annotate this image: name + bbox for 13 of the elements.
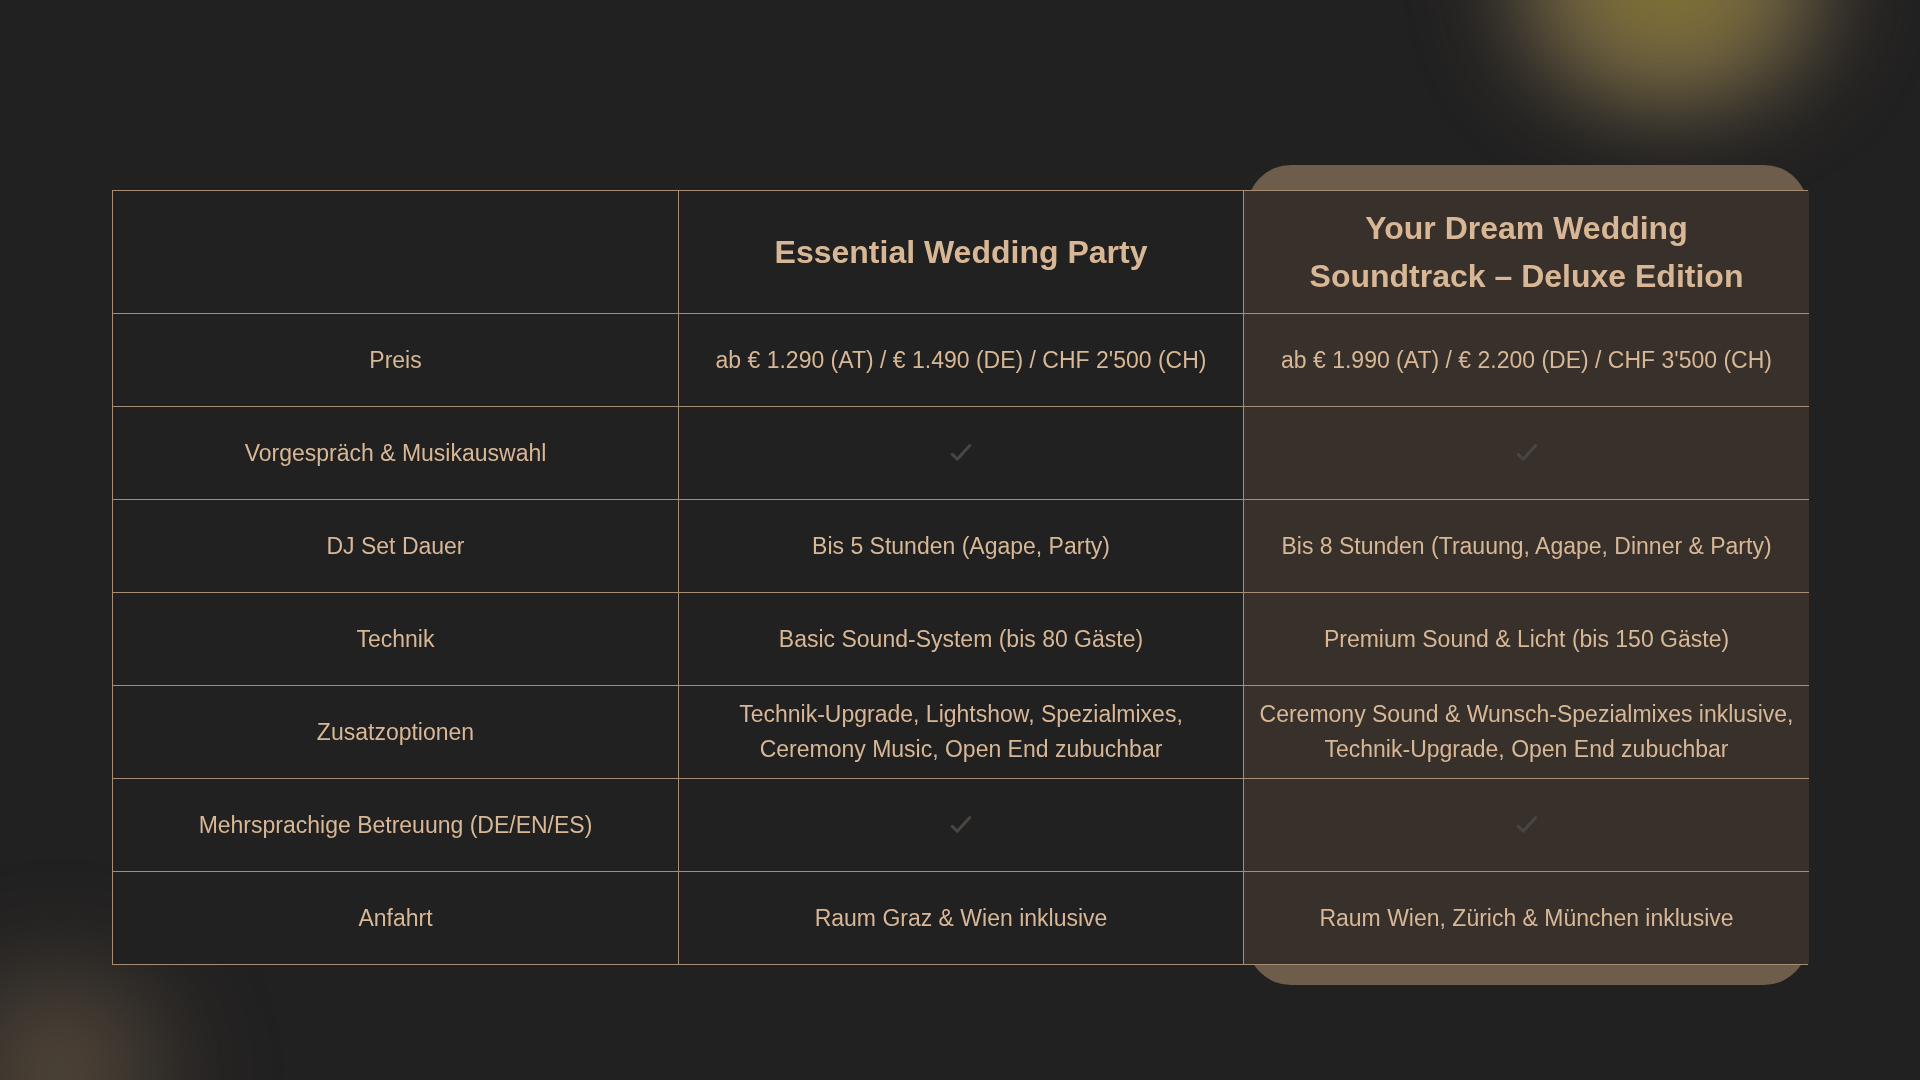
row-label: Anfahrt: [113, 871, 678, 964]
table-cell: Bis 5 Stunden (Agape, Party): [678, 499, 1243, 592]
table-cell: Raum Graz & Wien inklusive: [678, 871, 1243, 964]
table-cell: Bis 8 Stunden (Trauung, Agape, Dinner & Party): [1243, 499, 1809, 592]
table-cell: Premium Sound & Licht (bis 150 Gäste): [1243, 592, 1809, 685]
table-cell: Basic Sound-System (bis 80 Gäste): [678, 592, 1243, 685]
table-cell: ab € 1.990 (AT) / € 2.200 (DE) / CHF 3'500 (CH): [1243, 313, 1809, 406]
table-cell: Raum Wien, Zürich & München inklusive: [1243, 871, 1809, 964]
column-heading: Essential Wedding Party: [774, 233, 1148, 272]
column-heading: Your Dream Wedding Soundtrack – Deluxe Edition: [1308, 209, 1745, 296]
table-cell: Ceremony Sound & Wunsch-Spezialmixes inklusive, Technik-Upgrade, Open End zubuchbar: [1243, 685, 1809, 778]
table-cell: Technik-Upgrade, Lightshow, Spezialmixes, Ceremony Music, Open End zubuchbar: [678, 685, 1243, 778]
table-cell: ab € 1.290 (AT) / € 1.490 (DE) / CHF 2'500 (CH): [678, 313, 1243, 406]
